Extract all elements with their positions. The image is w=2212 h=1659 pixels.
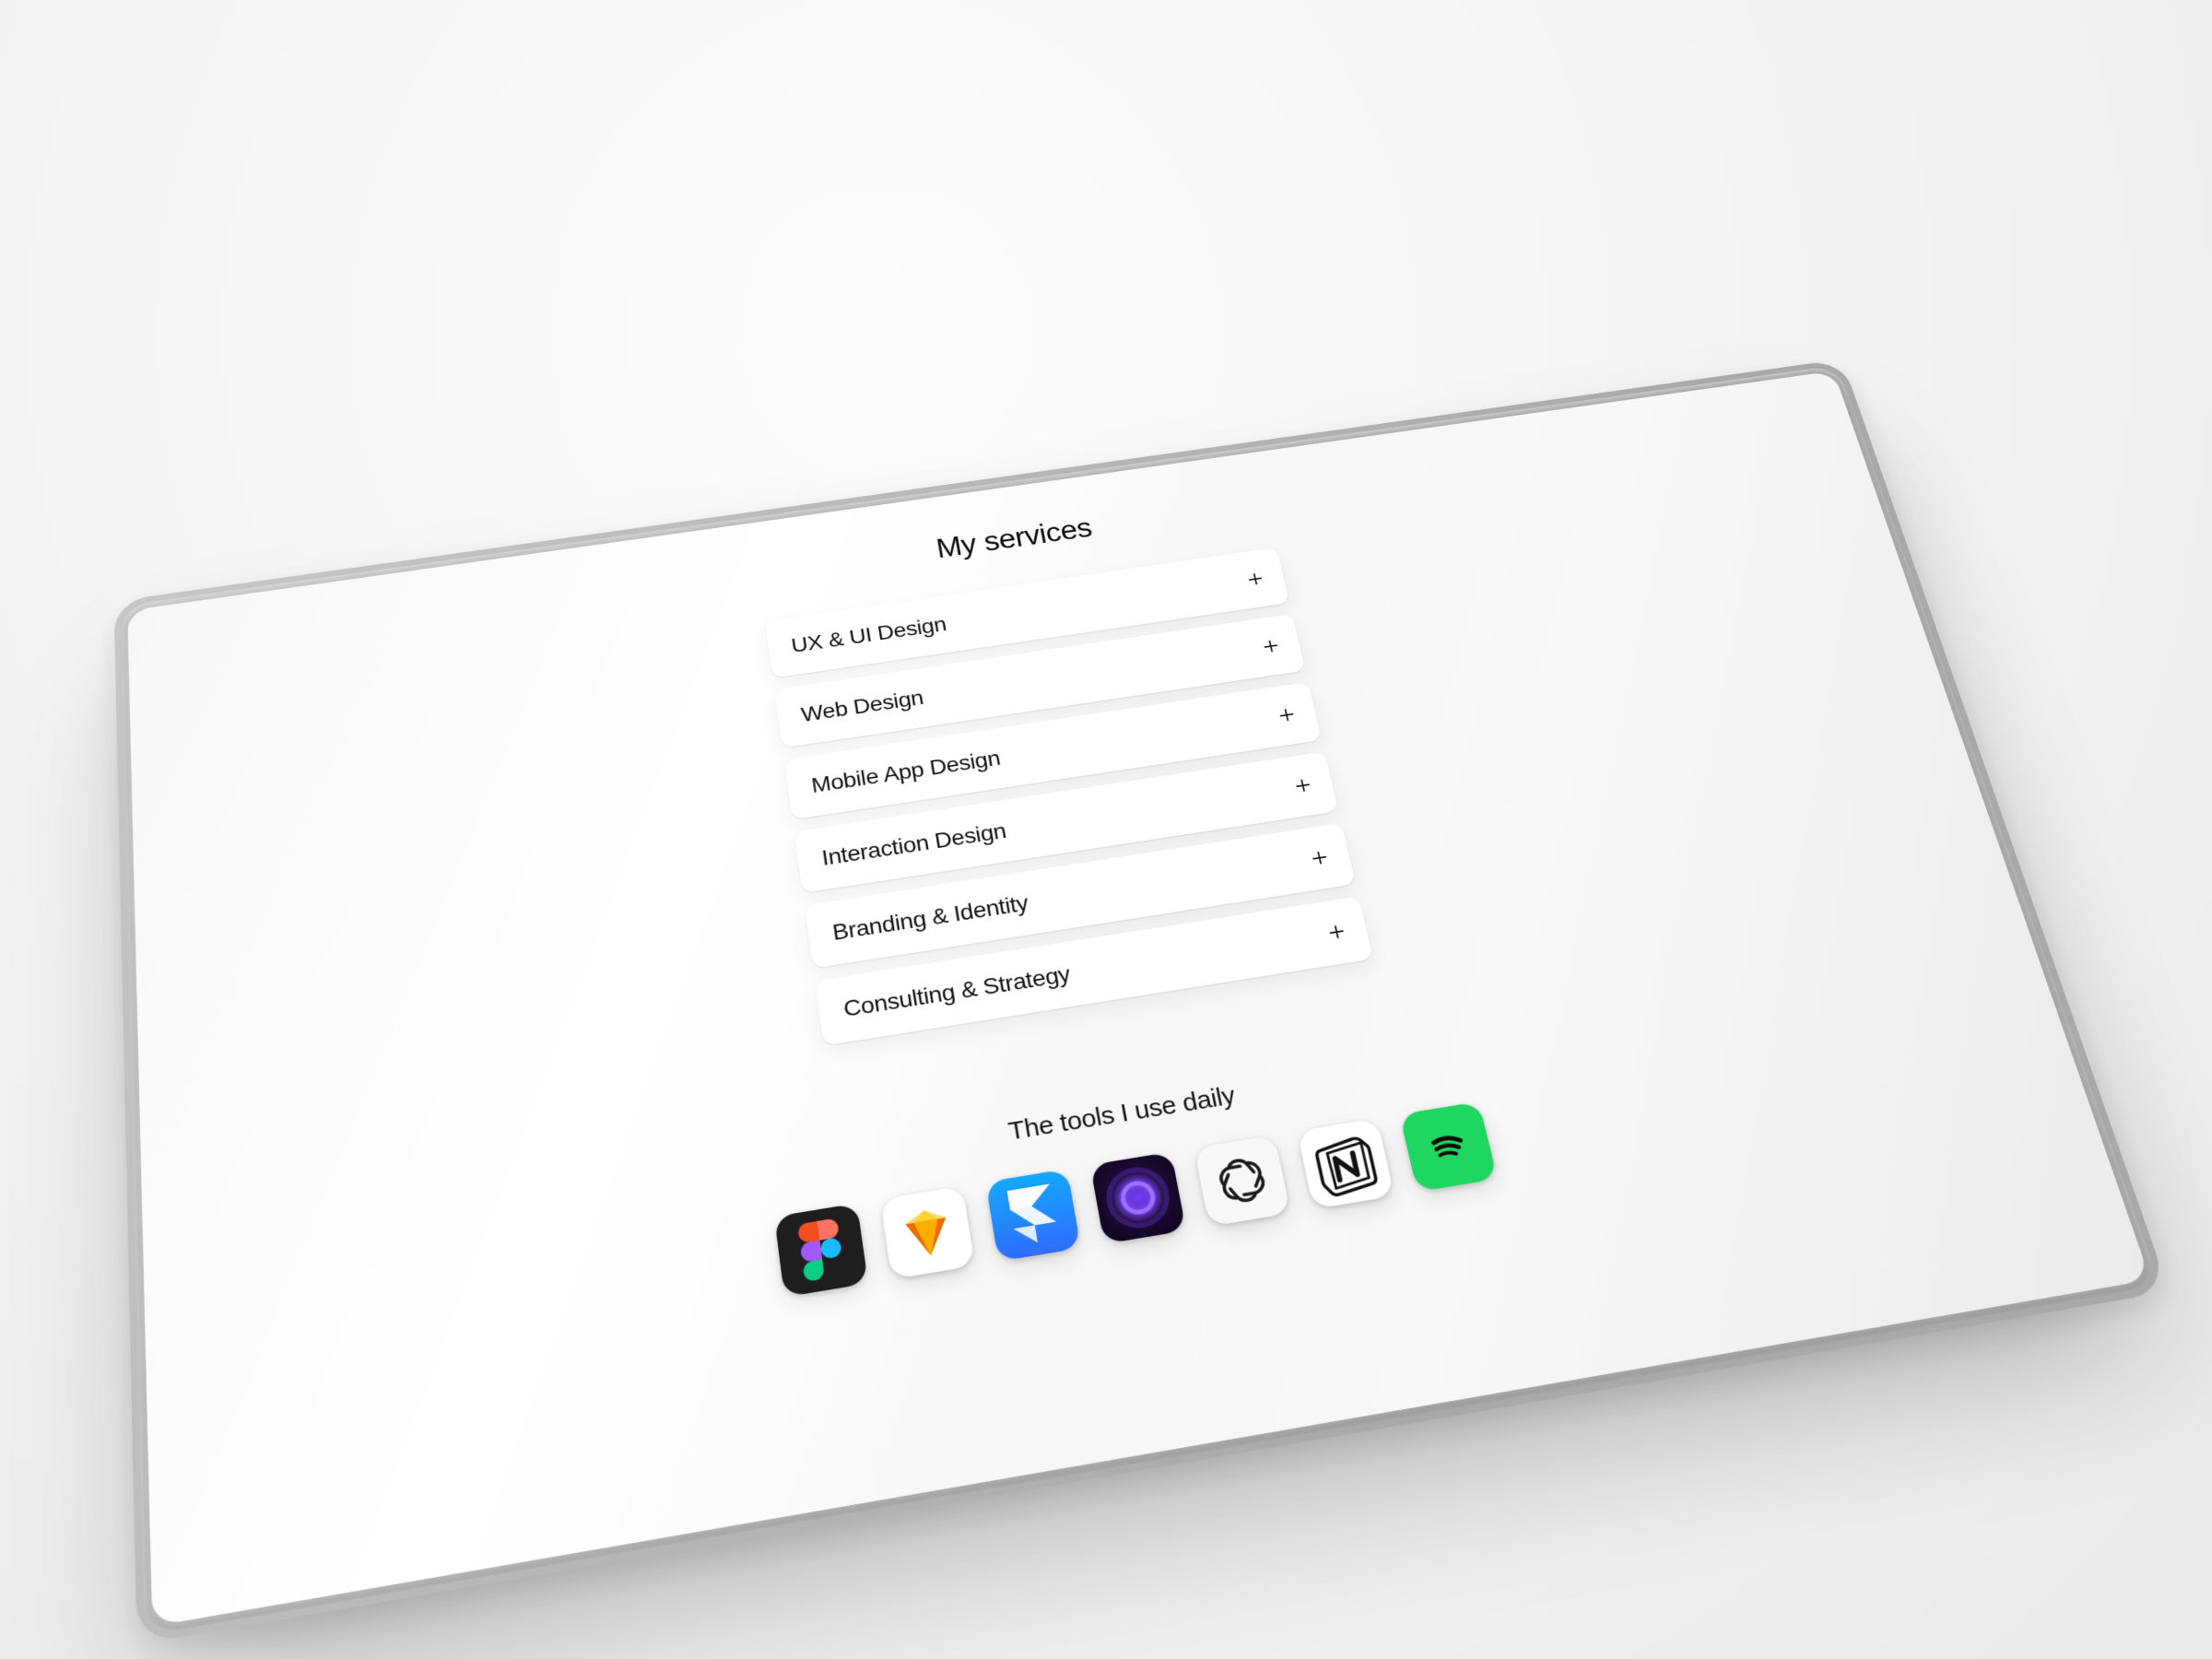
spotify-icon[interactable]	[1399, 1101, 1498, 1192]
plus-icon	[1292, 776, 1314, 795]
notion-icon[interactable]	[1297, 1118, 1394, 1209]
service-row-consulting[interactable]: Consulting & Strategy	[815, 896, 1373, 1045]
circle-app-icon[interactable]	[1090, 1152, 1186, 1244]
plus-icon	[1309, 848, 1331, 867]
service-row-ux-ui[interactable]: UX & UI Design	[765, 547, 1290, 678]
figma-icon[interactable]	[774, 1203, 868, 1297]
service-label: Branding & Identity	[830, 890, 1030, 946]
screen: My services UX & UI Design Web Design	[127, 371, 2150, 1626]
service-label: Consulting & Strategy	[841, 961, 1072, 1022]
tools-heading: The tools I use daily	[1006, 1082, 1238, 1147]
plus-icon	[1276, 706, 1297, 724]
service-label: UX & UI Design	[790, 613, 948, 658]
screen-glare	[127, 371, 2150, 1626]
service-label: Interaction Design	[820, 818, 1008, 871]
service-row-branding[interactable]: Branding & Identity	[805, 823, 1356, 969]
sketch-icon[interactable]	[880, 1186, 975, 1279]
monitor-frame: My services UX & UI Design Web Design	[114, 359, 2170, 1645]
openai-icon[interactable]	[1194, 1135, 1290, 1226]
plus-icon	[1260, 637, 1281, 655]
plus-icon	[1245, 571, 1266, 588]
service-row-mobile[interactable]: Mobile App Design	[784, 682, 1323, 819]
service-row-interaction[interactable]: Interaction Design	[794, 751, 1338, 892]
services-accordion: UX & UI Design Web Design	[765, 547, 1374, 1045]
framer-icon[interactable]	[985, 1169, 1081, 1262]
service-label: Mobile App Design	[810, 746, 1003, 797]
plus-icon	[1325, 922, 1347, 942]
services-heading: My services	[935, 513, 1095, 565]
service-row-web[interactable]: Web Design	[774, 614, 1306, 747]
service-label: Web Design	[800, 686, 925, 727]
page-content: My services UX & UI Design Web Design	[756, 488, 1428, 1285]
tools-row	[774, 1101, 1498, 1297]
